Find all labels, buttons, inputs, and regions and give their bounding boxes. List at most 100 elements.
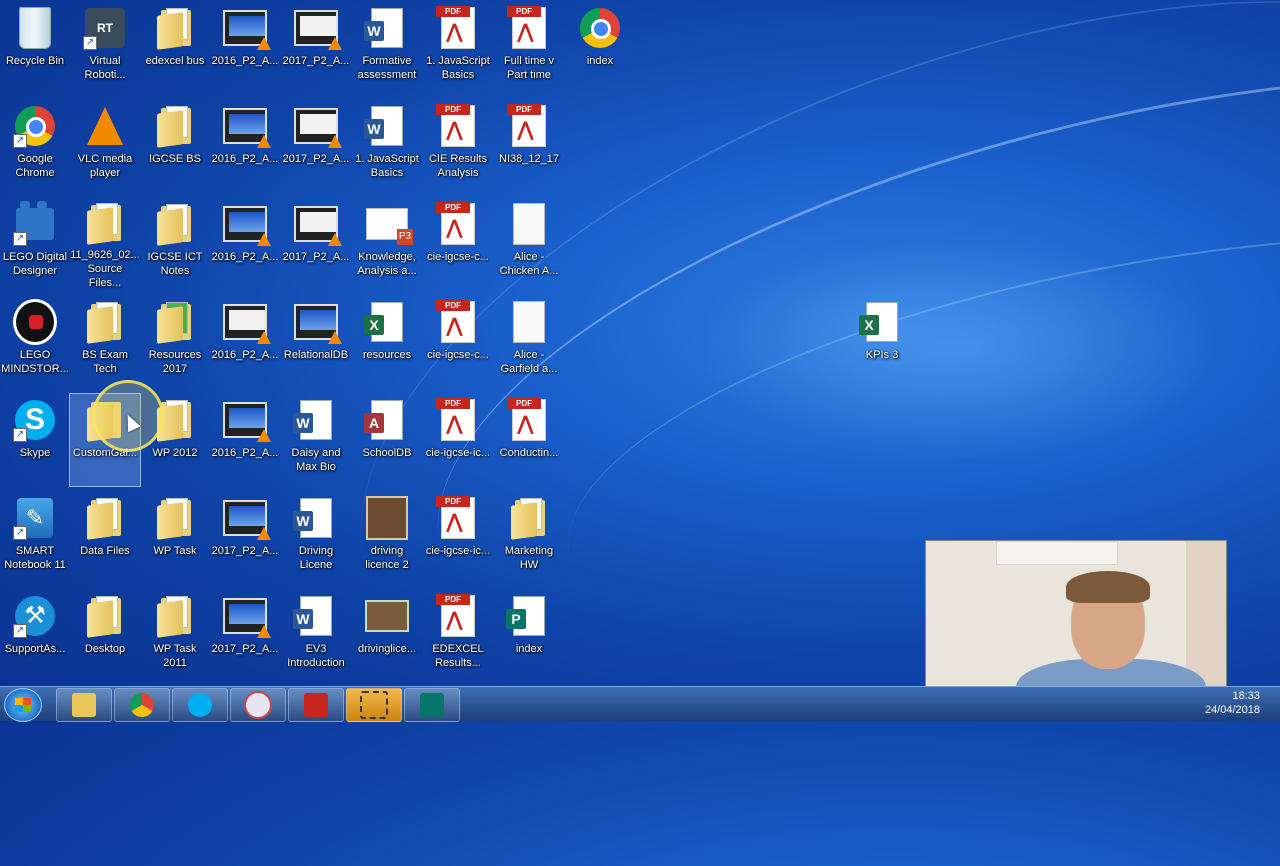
- folder-icon: [83, 496, 127, 540]
- icon-label: 2016_P2_A...: [211, 153, 279, 165]
- folder-icon: [153, 594, 197, 638]
- icon-label: 2017_P2_A...: [282, 251, 350, 263]
- desktop-icon-text-file[interactable]: Alice - Garfield a...: [494, 296, 564, 388]
- desktop-icon-pdf[interactable]: PDF ⋀ 1. JavaScript Basics: [423, 2, 493, 94]
- desktop-icon-folder[interactable]: Marketing HW: [494, 492, 564, 584]
- desktop-icon-recycle-bin[interactable]: Recycle Bin: [0, 2, 70, 94]
- desktop-icon-pdf[interactable]: PDF ⋀ Full time v Part time: [494, 2, 564, 94]
- taskbar-skype[interactable]: [172, 688, 228, 722]
- desktop-icon-access[interactable]: A SchoolDB: [352, 394, 422, 486]
- desktop-icon-word[interactable]: W Driving Licene: [281, 492, 351, 584]
- taskbar-publisher[interactable]: [404, 688, 460, 722]
- icon-label: LEGO Digital Designer: [2, 251, 68, 277]
- desktop-icon-folder[interactable]: WP Task 2011: [140, 590, 210, 682]
- desktop-icon-google-chrome[interactable]: ↗ Google Chrome: [0, 100, 70, 192]
- icon-label: 1. JavaScript Basics: [355, 153, 419, 179]
- recycle-bin-icon: [13, 6, 57, 50]
- video-file-icon: [223, 202, 271, 246]
- desktop-icon-powerpoint[interactable]: P3 Knowledge, Analysis a...: [352, 198, 422, 290]
- desktop-icon-pdf[interactable]: PDF ⋀ cie-igcse-c...: [423, 296, 493, 388]
- icon-label: Resources 2017: [148, 349, 202, 375]
- taskbar: 18:33 24/04/2018: [0, 686, 1280, 722]
- desktop-icon-folder[interactable]: edexcel bus: [140, 2, 210, 94]
- taskbar-snipping-tool[interactable]: [346, 688, 402, 722]
- taskbar-adobe-reader[interactable]: [288, 688, 344, 722]
- start-button[interactable]: [4, 688, 42, 722]
- desktop-icon-video[interactable]: 2017_P2_A...: [210, 492, 280, 584]
- system-clock[interactable]: 18:33 24/04/2018: [1205, 689, 1260, 717]
- pdf-file-icon: PDF ⋀: [507, 6, 551, 50]
- pdf-file-icon: PDF ⋀: [436, 398, 480, 442]
- desktop-icon-support-assistant[interactable]: ⚒ ↗ SupportAs...: [0, 590, 70, 682]
- paint-palette-icon: [244, 691, 272, 719]
- word-document-icon: W: [293, 496, 338, 540]
- desktop-icon-folder[interactable]: BS Exam Tech: [70, 296, 140, 388]
- folder-icon: [153, 104, 197, 148]
- desktop-icon-folder[interactable]: Data Files: [70, 492, 140, 584]
- desktop-icon-skype[interactable]: S ↗ Skype: [0, 394, 70, 486]
- desktop-icon-folder[interactable]: IGCSE ICT Notes: [140, 198, 210, 290]
- desktop-icon-video[interactable]: 2016_P2_A...: [210, 394, 280, 486]
- desktop-icon-pdf[interactable]: PDF ⋀ cie-igcse-ic...: [423, 394, 493, 486]
- desktop-icon-video[interactable]: 2016_P2_A...: [210, 198, 280, 290]
- desktop-icon-folder[interactable]: 11_9626_02... Source Files...: [70, 198, 140, 290]
- desktop-icon-folder[interactable]: WP Task: [140, 492, 210, 584]
- desktop-icon-video[interactable]: 2017_P2_A...: [281, 2, 351, 94]
- icon-label: Virtual Roboti...: [84, 55, 126, 81]
- icon-label: 11_9626_02... Source Files...: [70, 249, 140, 289]
- desktop-icon-pdf[interactable]: PDF ⋀ NI38_12_17: [494, 100, 564, 192]
- desktop-icon-video[interactable]: 2017_P2_A...: [281, 100, 351, 192]
- desktop-icon-video[interactable]: 2016_P2_A...: [210, 100, 280, 192]
- icon-label: index: [586, 55, 614, 67]
- taskbar-paint[interactable]: [230, 688, 286, 722]
- adobe-reader-icon: [304, 693, 328, 717]
- desktop-icon-folder[interactable]: Desktop: [70, 590, 140, 682]
- icon-label: SupportAs...: [4, 643, 66, 655]
- taskbar-windows-explorer[interactable]: [56, 688, 112, 722]
- icon-label: Daisy and Max Bio: [291, 447, 341, 473]
- folder-icon: [507, 496, 551, 540]
- desktop-icon-pdf[interactable]: PDF ⋀ EDEXCEL Results...: [423, 590, 493, 682]
- desktop-icon-image[interactable]: drivinglice...: [352, 590, 422, 682]
- desktop-icon-word[interactable]: W Formative assessment: [352, 2, 422, 94]
- desktop-icon-video[interactable]: 2017_P2_A...: [210, 590, 280, 682]
- desktop-icon-image[interactable]: driving licence 2: [352, 492, 422, 584]
- desktop-icon-word[interactable]: W EV3 Introduction: [281, 590, 351, 682]
- pdf-file-icon: PDF ⋀: [436, 6, 480, 50]
- desktop-icon-folder[interactable]: Resources 2017: [140, 296, 210, 388]
- desktop-icon-smart-notebook[interactable]: ✎ ↗ SMART Notebook 11: [0, 492, 70, 584]
- icon-label: 2017_P2_A...: [282, 153, 350, 165]
- desktop-icon-text-file[interactable]: Alice - Chicken A...: [494, 198, 564, 290]
- icon-label: WP Task: [153, 545, 197, 557]
- desktop-icon-vlc[interactable]: VLC media player: [70, 100, 140, 192]
- desktop-icon-excel-kpis[interactable]: X KPIs 3: [847, 296, 917, 388]
- desktop-icon-pdf[interactable]: PDF ⋀ CIE Results Analysis: [423, 100, 493, 192]
- desktop-icon-pdf[interactable]: PDF ⋀ cie-igcse-ic...: [423, 492, 493, 584]
- desktop-icon-lego-digital-designer[interactable]: ↗ LEGO Digital Designer: [0, 198, 70, 290]
- icon-label: IGCSE BS: [149, 153, 201, 165]
- desktop-icon-lego-mindstorms[interactable]: LEGO MINDSTOR...: [0, 296, 70, 388]
- desktop-icon-word[interactable]: W 1. JavaScript Basics: [352, 100, 422, 192]
- icon-label: Knowledge, Analysis a...: [357, 251, 417, 277]
- desktop-icon-pdf[interactable]: PDF ⋀ Conductin...: [494, 394, 564, 486]
- icon-label: LEGO MINDSTOR...: [1, 349, 69, 375]
- icon-label: SchoolDB: [362, 447, 412, 459]
- air-conditioner: [996, 541, 1118, 565]
- folder-icon: [153, 202, 197, 246]
- desktop-icon-video[interactable]: RelationalDB: [281, 296, 351, 388]
- desktop-icon-folder[interactable]: IGCSE BS: [140, 100, 210, 192]
- desktop-icon-video[interactable]: 2016_P2_A...: [210, 2, 280, 94]
- icon-label: KPIs 3: [865, 349, 899, 361]
- desktop-icon-video[interactable]: 2017_P2_A...: [281, 198, 351, 290]
- desktop-icon-virtual-robotics[interactable]: RT ↗ Virtual Roboti...: [70, 2, 140, 94]
- desktop-icon-publisher[interactable]: P index: [494, 590, 564, 682]
- desktop-icon-excel[interactable]: X resources: [352, 296, 422, 388]
- taskbar-google-chrome[interactable]: [114, 688, 170, 722]
- video-file-icon: [223, 398, 271, 442]
- robot-icon: RT ↗: [83, 6, 127, 50]
- clock-time: 18:33: [1232, 690, 1260, 702]
- desktop-icon-video[interactable]: 2016_P2_A...: [210, 296, 280, 388]
- desktop-icon-word[interactable]: W Daisy and Max Bio: [281, 394, 351, 486]
- desktop-icon-pdf[interactable]: PDF ⋀ cie-igcse-c...: [423, 198, 493, 290]
- desktop-icon-chrome-index[interactable]: index: [565, 2, 635, 94]
